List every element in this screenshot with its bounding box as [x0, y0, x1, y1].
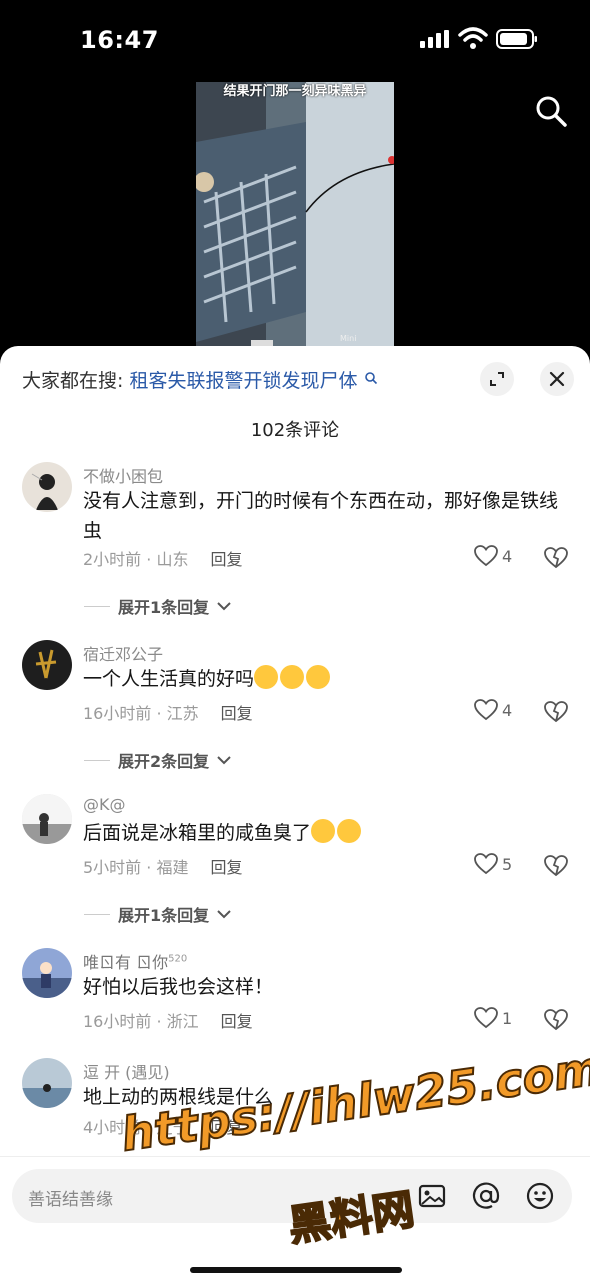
reply-button[interactable]: 回复 — [221, 704, 253, 723]
like-button[interactable]: 4 — [474, 545, 512, 567]
home-indicator[interactable] — [190, 1267, 402, 1273]
dislike-heart-icon[interactable] — [544, 700, 568, 724]
comment-text: 没有人注意到，开门的时候有个东西在动，那好像是铁线虫 — [83, 490, 559, 542]
divider-line — [84, 605, 110, 607]
comment-text: 一个人生活真的好吗 — [83, 664, 563, 694]
avatar[interactable] — [22, 948, 72, 998]
comment-input-bar: 善语结善缘 — [0, 1156, 590, 1280]
heart-icon — [474, 545, 498, 567]
hot-search-label: 大家都在搜: — [22, 370, 124, 392]
dislike-heart-icon[interactable] — [544, 546, 568, 570]
battery-icon — [496, 29, 537, 49]
cellular-signal-icon — [420, 30, 449, 48]
video-player[interactable]: 结果开门那一刻异味黑异 Mini — [196, 82, 394, 350]
status-bar: 16:47 — [0, 0, 590, 80]
comment-meta: 16小时前 · 江苏 回复 — [83, 700, 253, 724]
chevron-down-icon — [217, 756, 231, 765]
comment-time-location: 5小时前 · 福建 — [83, 858, 189, 877]
hot-search-keyword[interactable]: 租客失联报警开锁发现尸体 — [129, 370, 357, 392]
heart-icon — [474, 699, 498, 721]
comment-text-content: 后面说是冰箱里的咸鱼臭了 — [83, 822, 312, 844]
expand-replies-label: 展开1条回复 — [118, 906, 210, 925]
comment-time-location: 2小时前 · 山东 — [83, 550, 189, 569]
username-superscript: 520 — [168, 953, 188, 965]
comment-username[interactable]: 唯ㄖ有 ㄖ你520 — [83, 949, 187, 973]
heart-icon — [474, 853, 498, 875]
comment-meta: 5小时前 · 福建 回复 — [83, 854, 242, 878]
status-time: 16:47 — [80, 26, 159, 54]
chevron-down-icon — [217, 602, 231, 611]
expand-fullscreen-button[interactable] — [480, 362, 514, 396]
fullscreen-icon — [490, 372, 504, 386]
search-icon[interactable] — [534, 94, 568, 128]
crying-emoji-icon — [280, 665, 305, 689]
comment-count: 102条评论 — [250, 420, 340, 441]
like-count: 4 — [502, 700, 513, 720]
reply-button[interactable]: 回复 — [210, 550, 242, 569]
comment-username[interactable]: 逗 开 (遇见) — [83, 1059, 170, 1083]
video-overlay-text: 结果开门那一刻异味黑异 — [223, 84, 367, 99]
expand-replies-label: 展开2条回复 — [118, 752, 210, 771]
laughing-tears-emoji-icon — [337, 819, 362, 843]
expand-replies-label: 展开1条回复 — [118, 598, 210, 617]
avatar[interactable] — [22, 794, 72, 844]
reply-button[interactable]: 回复 — [221, 1012, 253, 1031]
comment-username[interactable]: 宿迁邓公子 — [83, 641, 163, 665]
like-count: 1 — [502, 1008, 513, 1028]
like-button[interactable]: 4 — [474, 699, 512, 721]
expand-replies-button[interactable]: 展开1条回复 — [84, 594, 231, 618]
sob-emoji-icon — [311, 819, 336, 843]
like-button[interactable]: 1 — [474, 1007, 512, 1029]
video-frame — [196, 82, 394, 350]
video-logo: Mini — [340, 334, 357, 343]
close-button[interactable] — [540, 362, 574, 396]
comment-text: 好怕以后我也会这样！ — [83, 976, 274, 998]
comment-time-location: 16小时前 · 江苏 — [83, 704, 199, 723]
comment-meta: 4小时前 · 辽宁 回复 — [83, 1114, 242, 1138]
divider-line — [84, 759, 110, 761]
mention-icon[interactable] — [472, 1182, 500, 1210]
dislike-heart-icon[interactable] — [544, 854, 568, 878]
avatar[interactable] — [22, 1058, 72, 1108]
hot-search-bar[interactable]: 大家都在搜: 租客失联报警开锁发现尸体 — [22, 366, 378, 393]
expand-replies-button[interactable]: 展开1条回复 — [84, 902, 231, 926]
close-icon — [549, 371, 565, 387]
crying-emoji-icon — [306, 665, 331, 689]
wifi-icon — [458, 27, 488, 49]
crying-emoji-icon — [254, 665, 279, 689]
search-small-icon — [364, 372, 377, 385]
divider-line — [84, 913, 110, 915]
comment-time-location: 4小时前 · 辽宁 — [83, 1118, 189, 1137]
avatar[interactable] — [22, 640, 72, 690]
chevron-down-icon — [217, 910, 231, 919]
comment-text: 地上动的两根线是什么 — [83, 1086, 274, 1108]
comment-input-placeholder: 善语结善缘 — [28, 1190, 113, 1210]
heart-icon — [474, 1007, 498, 1029]
comment-username[interactable]: @K@ — [83, 795, 126, 814]
reply-button[interactable]: 回复 — [210, 1118, 242, 1137]
like-count: 5 — [502, 854, 513, 874]
comment-username[interactable]: 不做小困包 — [83, 463, 163, 487]
comment-time-location: 16小时前 · 浙江 — [83, 1012, 199, 1031]
username-text: 唯ㄖ有 ㄖ你 — [83, 953, 169, 972]
image-icon[interactable] — [418, 1182, 446, 1210]
comment-input[interactable]: 善语结善缘 — [12, 1169, 572, 1223]
expand-replies-button[interactable]: 展开2条回复 — [84, 748, 231, 772]
dislike-heart-icon[interactable] — [544, 1008, 568, 1032]
reply-button[interactable]: 回复 — [210, 858, 242, 877]
comment-meta: 2小时前 · 山东 回复 — [83, 546, 242, 570]
comment-text-content: 一个人生活真的好吗 — [83, 668, 255, 690]
comment-text: 后面说是冰箱里的咸鱼臭了 — [83, 818, 563, 848]
like-count: 4 — [502, 546, 513, 566]
comment-meta: 16小时前 · 浙江 回复 — [83, 1008, 253, 1032]
like-button[interactable]: 5 — [474, 853, 512, 875]
avatar[interactable] — [22, 462, 72, 512]
emoji-icon[interactable] — [526, 1182, 554, 1210]
